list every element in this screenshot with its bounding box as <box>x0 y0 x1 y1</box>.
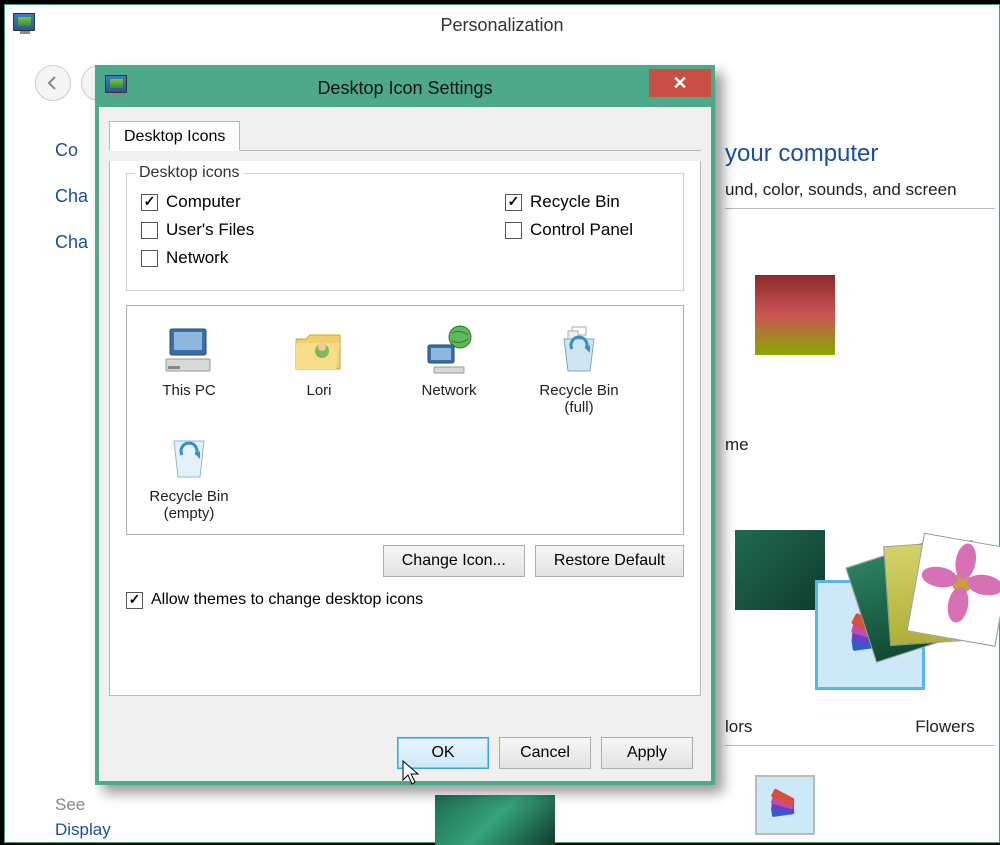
apply-button[interactable]: Apply <box>601 737 693 769</box>
recycle-bin-empty-icon <box>161 428 217 484</box>
cursor-icon <box>402 760 422 791</box>
theme-thumbnail-bottom[interactable] <box>755 775 815 835</box>
fieldset-legend: Desktop icons <box>135 164 244 182</box>
restore-default-button[interactable]: Restore Default <box>535 545 684 577</box>
checkbox-recycle-bin[interactable]: Recycle Bin <box>505 192 669 212</box>
preview-network[interactable]: Network <box>393 316 505 422</box>
dialog-footer: OK Cancel Apply <box>397 737 693 769</box>
preview-label-l2: (empty) <box>164 505 215 522</box>
change-icon-button[interactable]: Change Icon... <box>383 545 525 577</box>
checkbox-network[interactable]: Network <box>141 248 321 268</box>
checkbox-icon <box>141 250 158 267</box>
display-link[interactable]: Display <box>55 820 111 840</box>
button-label: Restore Default <box>554 552 665 569</box>
preview-label: Lori <box>306 382 331 399</box>
tab-content: Desktop icons Computer Recycle Bin User'… <box>109 161 701 696</box>
desktop-icons-fieldset: Desktop icons Computer Recycle Bin User'… <box>126 173 684 291</box>
preview-this-pc[interactable]: This PC <box>133 316 245 422</box>
dialog-titlebar[interactable]: Desktop Icon Settings ✕ <box>99 69 711 107</box>
preview-label-l1: Recycle Bin <box>149 488 228 505</box>
checkbox-label: Allow themes to change desktop icons <box>151 591 423 609</box>
preview-recycle-bin-full[interactable]: Recycle Bin (full) <box>523 316 635 422</box>
button-label: Change Icon... <box>402 552 506 569</box>
checkbox-label: User's Files <box>166 220 254 240</box>
checkbox-icon <box>141 194 158 211</box>
preview-label-l1: Recycle Bin <box>539 382 618 399</box>
theme-label-partial: me <box>725 435 749 455</box>
right-subheading: und, color, sounds, and screen <box>725 180 995 209</box>
checkbox-icon <box>126 592 143 609</box>
checkbox-label: Recycle Bin <box>530 192 620 212</box>
recycle-bin-full-icon <box>551 322 607 378</box>
checkbox-control-panel[interactable]: Control Panel <box>505 220 669 240</box>
theme-thumbnail-1[interactable] <box>755 275 835 355</box>
theme-thumbnail-flowers[interactable] <box>880 535 1000 685</box>
tab-desktop-icons[interactable]: Desktop Icons <box>109 121 240 151</box>
preview-label: Network <box>421 382 476 399</box>
sidebar-links: Co Cha Cha <box>55 140 88 253</box>
theme-label-flowers: Flowers <box>895 717 995 737</box>
dialog-app-icon <box>105 75 127 93</box>
preview-button-row: Change Icon... Restore Default <box>126 545 684 577</box>
button-label: Apply <box>627 744 667 761</box>
close-icon: ✕ <box>672 73 687 94</box>
sidebar-link-2[interactable]: Cha <box>55 186 88 207</box>
user-folder-icon <box>291 322 347 378</box>
parent-title: Personalization <box>440 15 563 36</box>
parent-titlebar: Personalization <box>5 5 999 45</box>
theme-thumbnail-2[interactable] <box>735 530 825 610</box>
cancel-button[interactable]: Cancel <box>499 737 591 769</box>
preview-label: This PC <box>162 382 215 399</box>
checkbox-icon <box>141 222 158 239</box>
icon-preview-box: This PC Lori Network Recycle Bin (fu <box>126 305 684 535</box>
theme-thumbnail-green[interactable] <box>435 795 555 845</box>
checkbox-label: Control Panel <box>530 220 633 240</box>
checkbox-users-files[interactable]: User's Files <box>141 220 305 240</box>
checkbox-label: Network <box>166 248 228 268</box>
sidebar-link-3[interactable]: Cha <box>55 232 88 253</box>
window-app-icon <box>13 13 35 31</box>
dialog-title: Desktop Icon Settings <box>317 78 492 99</box>
preview-label-l2: (full) <box>564 399 593 416</box>
checkbox-icon <box>505 222 522 239</box>
preview-user[interactable]: Lori <box>263 316 375 422</box>
tab-label: Desktop Icons <box>124 128 225 145</box>
preview-recycle-bin-empty[interactable]: Recycle Bin (empty) <box>133 422 245 528</box>
close-button[interactable]: ✕ <box>649 69 711 97</box>
see-also-label: See <box>55 795 85 815</box>
right-heading: your computer <box>725 140 878 168</box>
sidebar-link-1[interactable]: Co <box>55 140 88 161</box>
checkbox-computer[interactable]: Computer <box>141 192 305 212</box>
button-label: Cancel <box>520 744 570 761</box>
button-label: OK <box>431 744 454 761</box>
network-icon <box>421 322 477 378</box>
this-pc-icon <box>161 322 217 378</box>
color-swatch-icon <box>770 790 800 820</box>
tab-strip: Desktop Icons <box>109 117 701 151</box>
back-button[interactable] <box>35 65 71 101</box>
checkbox-icon <box>505 194 522 211</box>
checkbox-label: Computer <box>166 192 241 212</box>
desktop-icon-settings-dialog: Desktop Icon Settings ✕ Desktop Icons De… <box>95 65 715 785</box>
checkbox-allow-themes[interactable]: Allow themes to change desktop icons <box>126 591 684 609</box>
